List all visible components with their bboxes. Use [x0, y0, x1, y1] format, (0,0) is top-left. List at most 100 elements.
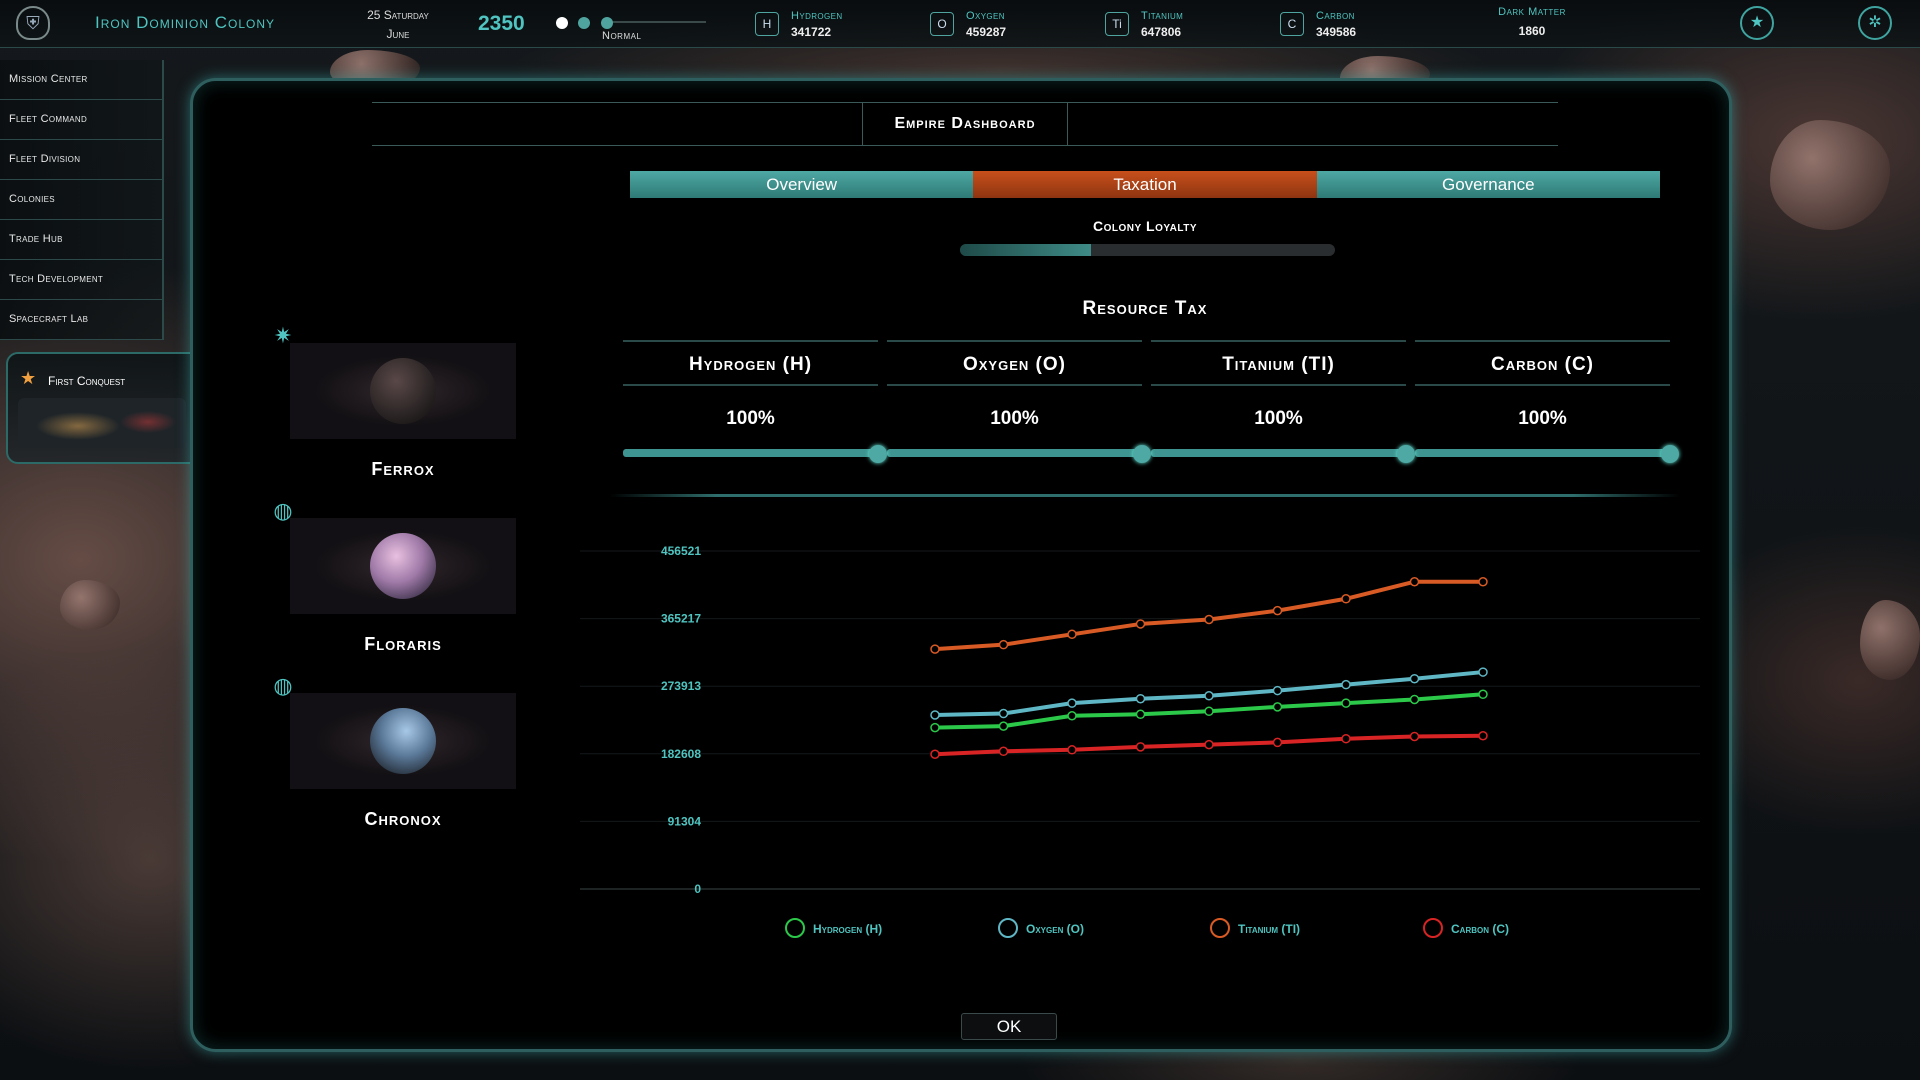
resource-name: Carbon	[1316, 10, 1355, 22]
tax-value-oxygen: 100%	[990, 408, 1039, 429]
nav-label: Fleet Division	[9, 153, 81, 165]
hydrogen-icon: H	[755, 12, 779, 36]
tax-header: Carbon (C)	[1490, 354, 1595, 375]
data-point[interactable]	[1067, 711, 1077, 721]
data-point[interactable]	[1067, 698, 1077, 708]
resource-name: Dark Matter	[1498, 6, 1566, 18]
planet-sphere	[370, 358, 436, 424]
shield-emblem-icon[interactable]: ⛨	[16, 6, 50, 40]
data-point[interactable]	[1135, 693, 1146, 704]
speed-dot[interactable]	[556, 17, 568, 29]
data-point[interactable]	[1135, 709, 1146, 720]
nav-label: Spacecraft Lab	[9, 313, 89, 325]
data-point[interactable]	[1478, 667, 1488, 677]
resource-value: 459287	[966, 25, 1007, 39]
section-divider	[610, 494, 1680, 497]
data-point[interactable]	[930, 749, 940, 760]
data-point[interactable]	[1341, 733, 1351, 744]
speed-track	[606, 21, 706, 23]
tab-overview[interactable]: Overview	[630, 171, 974, 198]
data-point[interactable]	[1204, 614, 1214, 625]
tab-governance[interactable]: Governance	[1316, 171, 1660, 198]
colony-name: Iron Dominion Colony	[95, 13, 276, 32]
first-conquest-card[interactable]: ★ First Conquest	[6, 352, 192, 464]
data-point[interactable]	[1272, 702, 1283, 712]
data-point[interactable]	[1341, 679, 1351, 690]
oxygen-icon: O	[930, 12, 954, 36]
data-point[interactable]	[1272, 737, 1283, 748]
resource-value: 341722	[791, 25, 832, 39]
tax-header: Oxygen (O)	[962, 354, 1066, 375]
asteroid	[1770, 120, 1890, 230]
star-badge-icon[interactable]: ★	[1740, 6, 1774, 40]
resource-value: 647806	[1141, 25, 1182, 39]
data-point[interactable]	[1067, 629, 1077, 640]
tab-taxation[interactable]: Taxation	[973, 171, 1317, 198]
data-point[interactable]	[998, 708, 1009, 719]
nav-fleet-command[interactable]: Fleet Command	[0, 100, 164, 140]
titanium-icon: Ti	[1105, 12, 1129, 36]
resource-tax-title: Resource Tax	[1082, 298, 1208, 319]
conquest-label: First Conquest	[48, 374, 126, 388]
data-point[interactable]	[1204, 739, 1214, 750]
data-point[interactable]	[998, 746, 1009, 757]
planet-sphere	[370, 533, 436, 599]
data-point[interactable]	[1478, 689, 1488, 700]
settings-icon[interactable]: ✲	[1858, 6, 1892, 40]
nav-mission-center[interactable]: Mission Center	[0, 60, 164, 100]
slider-handle[interactable]	[869, 445, 887, 463]
tax-slider-carbon[interactable]	[1415, 449, 1670, 457]
legend-label: Carbon (C)	[1451, 922, 1509, 936]
game-date: 25 Saturday June	[352, 6, 444, 44]
speed-dot[interactable]	[578, 17, 591, 29]
slider-handle[interactable]	[1133, 445, 1151, 463]
nav-label: Mission Center	[9, 73, 88, 85]
data-point[interactable]	[1204, 706, 1214, 717]
data-point[interactable]	[1478, 576, 1488, 587]
slider-handle[interactable]	[1661, 445, 1679, 463]
nav-trade-hub[interactable]: Trade Hub	[0, 220, 164, 260]
data-point[interactable]	[1409, 731, 1420, 742]
data-point[interactable]	[1341, 698, 1351, 708]
data-point[interactable]	[1135, 742, 1146, 752]
resource-name: Hydrogen	[791, 10, 843, 22]
data-point[interactable]	[998, 639, 1009, 650]
nav-tech-development[interactable]: Tech Development	[0, 260, 164, 300]
tax-slider-hydrogen[interactable]	[623, 449, 878, 457]
data-point[interactable]	[1204, 691, 1214, 701]
nav-colonies[interactable]: Colonies	[0, 180, 164, 220]
y-tick-label: 0	[694, 882, 701, 896]
data-point[interactable]	[1341, 594, 1351, 604]
resource-chart: 456521 365217 273913 182608 91304 0	[580, 544, 1700, 896]
nav-spacecraft-lab[interactable]: Spacecraft Lab	[0, 300, 164, 340]
planet-name: Ferrox	[371, 459, 435, 479]
nav-fleet-division[interactable]: Fleet Division	[0, 140, 164, 180]
data-point[interactable]	[930, 644, 940, 654]
colony-loyalty-label: Colony Loyalty	[1092, 218, 1197, 234]
data-point[interactable]	[1409, 694, 1420, 705]
legend-ring	[1210, 918, 1230, 938]
y-tick-label: 365217	[661, 612, 701, 626]
data-point[interactable]	[1409, 673, 1420, 684]
tax-value-hydrogen: 100%	[726, 408, 775, 429]
data-point[interactable]	[1478, 730, 1488, 741]
data-point[interactable]	[1067, 745, 1077, 755]
data-point[interactable]	[930, 710, 940, 720]
date-day: 25 Saturday	[367, 8, 429, 22]
planet-image	[290, 693, 516, 789]
tax-slider-oxygen[interactable]	[887, 449, 1142, 457]
data-point[interactable]	[1272, 685, 1283, 696]
speed-dot[interactable]	[600, 17, 613, 29]
data-point[interactable]	[930, 722, 940, 733]
legend-ring	[785, 918, 805, 938]
data-point[interactable]	[998, 721, 1009, 731]
ok-button[interactable]: OK	[961, 1013, 1057, 1040]
y-tick-label: 273913	[661, 679, 701, 693]
data-point[interactable]	[1272, 605, 1283, 616]
asteroid	[60, 580, 120, 630]
data-point[interactable]	[1135, 619, 1146, 629]
side-nav: Mission Center Fleet Command Fleet Divis…	[0, 60, 165, 340]
slider-handle[interactable]	[1397, 445, 1415, 463]
tax-slider-titanium[interactable]	[1151, 449, 1406, 457]
data-point[interactable]	[1409, 576, 1420, 587]
